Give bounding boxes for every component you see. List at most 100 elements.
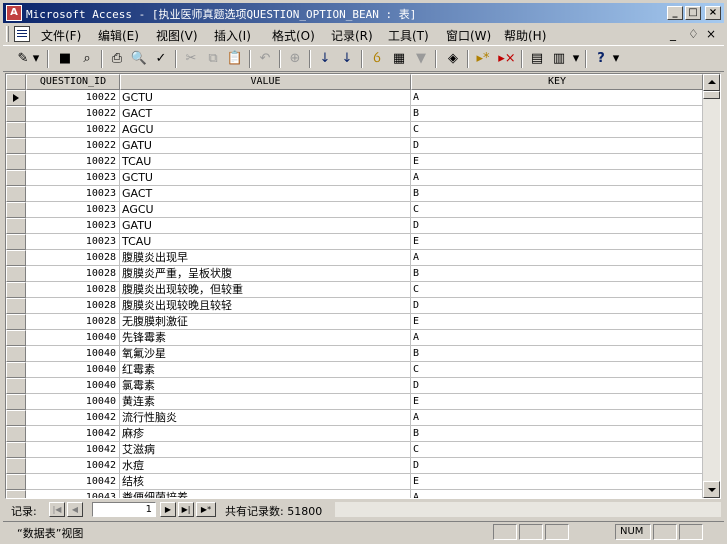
- cell-key[interactable]: D: [411, 298, 703, 314]
- sort-descending-icon[interactable]: ↓: [337, 49, 357, 69]
- filter-by-selection-icon[interactable]: ỽ: [367, 49, 387, 69]
- cell-key[interactable]: B: [411, 426, 703, 442]
- maximize-button[interactable]: □: [685, 6, 701, 20]
- table-row[interactable]: 10028 腹膜炎出现较晚且较轻 D: [6, 298, 703, 314]
- record-selector[interactable]: [6, 266, 26, 282]
- new-record-nav-button[interactable]: ▶*: [196, 502, 216, 517]
- menu-window[interactable]: 窗口(W): [446, 27, 491, 44]
- cell-key[interactable]: C: [411, 122, 703, 138]
- record-selector[interactable]: [6, 474, 26, 490]
- record-selector[interactable]: [6, 106, 26, 122]
- cell-value[interactable]: TCAU: [120, 154, 411, 170]
- cell-question-id[interactable]: 10040: [26, 346, 120, 362]
- cell-value[interactable]: 黄连素: [120, 394, 411, 410]
- table-row[interactable]: 10028 无腹膜刺激征 E: [6, 314, 703, 330]
- cell-question-id[interactable]: 10042: [26, 410, 120, 426]
- help-icon[interactable]: ?: [591, 49, 611, 69]
- menu-view[interactable]: 视图(V): [156, 27, 198, 44]
- previous-record-button[interactable]: ◀: [67, 502, 83, 517]
- table-row[interactable]: 10022 AGCU C: [6, 122, 703, 138]
- table-row[interactable]: 10042 水痘 D: [6, 458, 703, 474]
- cell-value[interactable]: GCTU: [120, 170, 411, 186]
- column-header-question-id[interactable]: QUESTION_ID: [26, 74, 120, 90]
- access-app-icon[interactable]: A: [6, 5, 22, 21]
- cell-value[interactable]: 腹膜炎出现较晚，但较重: [120, 282, 411, 298]
- print-preview-icon[interactable]: 🔍: [129, 49, 149, 69]
- table-row[interactable]: 10022 GATU D: [6, 138, 703, 154]
- scroll-thumb[interactable]: [703, 91, 720, 99]
- cell-question-id[interactable]: 10028: [26, 298, 120, 314]
- table-row[interactable]: 10040 氯霉素 D: [6, 378, 703, 394]
- menu-tools[interactable]: 工具(T): [388, 27, 429, 44]
- cell-key[interactable]: A: [411, 410, 703, 426]
- minimize-button[interactable]: _: [667, 6, 683, 20]
- table-row[interactable]: 10040 红霉素 C: [6, 362, 703, 378]
- cell-key[interactable]: B: [411, 266, 703, 282]
- search-icon[interactable]: ⌕: [77, 49, 97, 69]
- record-selector[interactable]: [6, 218, 26, 234]
- toolbar-options-icon[interactable]: ▾: [611, 49, 621, 69]
- cell-key[interactable]: E: [411, 314, 703, 330]
- table-row[interactable]: 10022 GACT B: [6, 106, 703, 122]
- cell-value[interactable]: AGCU: [120, 202, 411, 218]
- cell-value[interactable]: 腹膜炎严重，呈板状腹: [120, 266, 411, 282]
- cell-value[interactable]: 麻疹: [120, 426, 411, 442]
- vertical-scrollbar[interactable]: [703, 74, 720, 498]
- table-row[interactable]: 10023 GACT B: [6, 186, 703, 202]
- cell-key[interactable]: A: [411, 250, 703, 266]
- datasheet-grid[interactable]: QUESTION_ID VALUE KEY 10022 GCTU A 10022 GAC…: [5, 73, 721, 499]
- cell-value[interactable]: 氯霉素: [120, 378, 411, 394]
- record-selector[interactable]: [6, 362, 26, 378]
- cell-key[interactable]: D: [411, 138, 703, 154]
- cell-question-id[interactable]: 10022: [26, 154, 120, 170]
- first-record-button[interactable]: |◀: [49, 502, 65, 517]
- cell-question-id[interactable]: 10043: [26, 490, 120, 498]
- cell-value[interactable]: 先锋霉素: [120, 330, 411, 346]
- cell-question-id[interactable]: 10040: [26, 330, 120, 346]
- record-selector[interactable]: [6, 298, 26, 314]
- cell-question-id[interactable]: 10022: [26, 90, 120, 106]
- record-selector[interactable]: [6, 234, 26, 250]
- record-selector[interactable]: [6, 346, 26, 362]
- cell-question-id[interactable]: 10040: [26, 362, 120, 378]
- table-row[interactable]: 10040 先锋霉素 A: [6, 330, 703, 346]
- cell-key[interactable]: A: [411, 90, 703, 106]
- record-selector[interactable]: [6, 154, 26, 170]
- cell-question-id[interactable]: 10042: [26, 426, 120, 442]
- column-header-key[interactable]: KEY: [411, 74, 703, 90]
- cell-question-id[interactable]: 10023: [26, 218, 120, 234]
- record-selector[interactable]: [6, 186, 26, 202]
- last-record-button[interactable]: ▶|: [178, 502, 194, 517]
- cell-key[interactable]: E: [411, 154, 703, 170]
- cell-question-id[interactable]: 10028: [26, 266, 120, 282]
- table-row[interactable]: 10023 GATU D: [6, 218, 703, 234]
- record-selector[interactable]: [6, 490, 26, 498]
- mdi-minimize-button[interactable]: _: [670, 27, 676, 41]
- menu-edit[interactable]: 编辑(E): [98, 27, 139, 44]
- undo-icon[interactable]: ↶: [255, 49, 275, 69]
- cell-key[interactable]: B: [411, 186, 703, 202]
- cell-question-id[interactable]: 10023: [26, 234, 120, 250]
- cell-key[interactable]: A: [411, 170, 703, 186]
- record-selector[interactable]: [6, 282, 26, 298]
- table-row[interactable]: 10022 TCAU E: [6, 154, 703, 170]
- cell-value[interactable]: 艾滋病: [120, 442, 411, 458]
- menu-file[interactable]: 文件(F): [41, 27, 81, 44]
- cell-key[interactable]: E: [411, 474, 703, 490]
- apply-filter-icon[interactable]: ▼: [411, 49, 431, 69]
- table-row[interactable]: 10040 氧氟沙星 B: [6, 346, 703, 362]
- record-selector[interactable]: [6, 394, 26, 410]
- cell-question-id[interactable]: 10022: [26, 122, 120, 138]
- new-record-icon[interactable]: ▸*: [473, 49, 493, 69]
- cell-value[interactable]: 腹膜炎出现较晚且较轻: [120, 298, 411, 314]
- cell-key[interactable]: B: [411, 106, 703, 122]
- menu-format[interactable]: 格式(O): [272, 27, 315, 44]
- record-selector[interactable]: [6, 202, 26, 218]
- spelling-icon[interactable]: ✓: [151, 49, 171, 69]
- cell-question-id[interactable]: 10028: [26, 282, 120, 298]
- table-row[interactable]: 10042 艾滋病 C: [6, 442, 703, 458]
- table-row[interactable]: 10028 腹膜炎严重，呈板状腹 B: [6, 266, 703, 282]
- table-row[interactable]: 10023 GCTU A: [6, 170, 703, 186]
- menu-help[interactable]: 帮助(H): [504, 27, 546, 44]
- database-window-icon[interactable]: ▥: [549, 49, 569, 69]
